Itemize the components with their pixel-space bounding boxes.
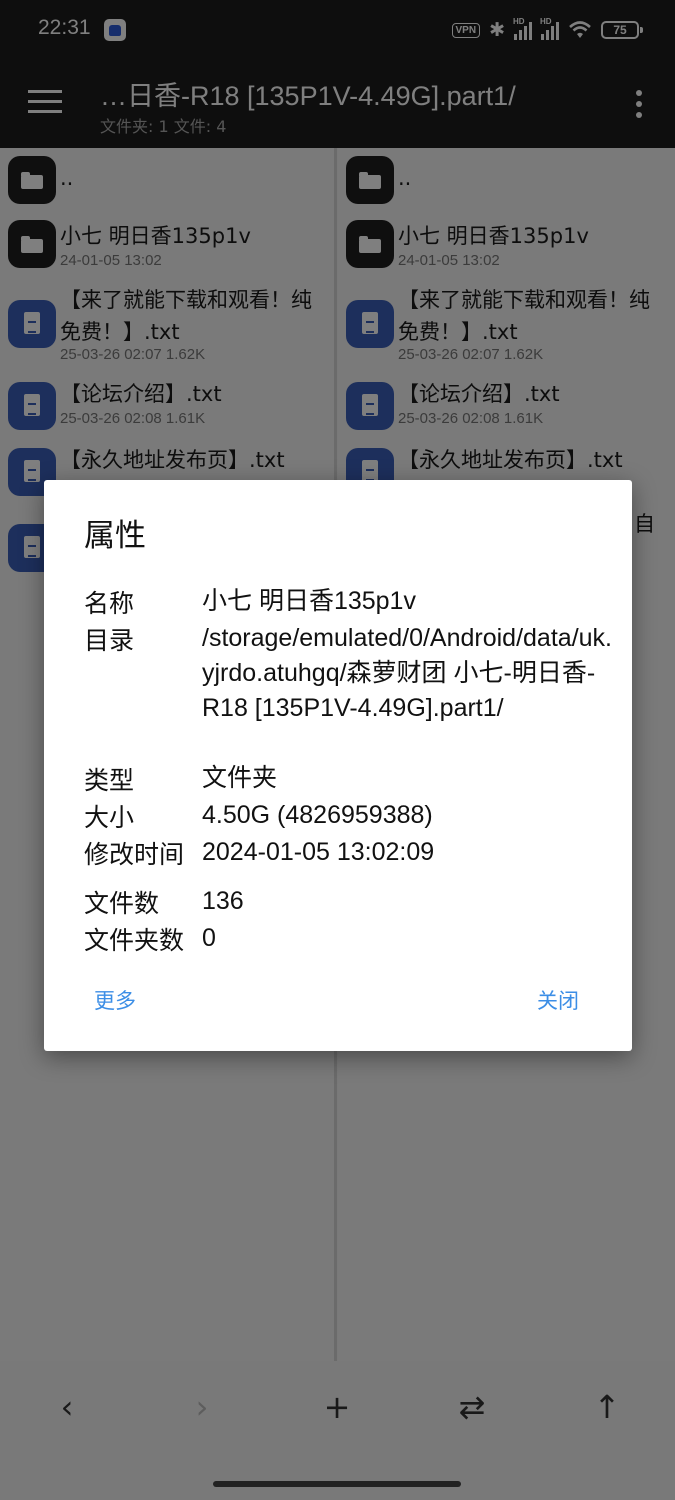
properties-dialog: 属性 名称 小七 明日香135p1v 目录 /storage/emulated/… [44, 480, 632, 1051]
prop-label-modified: 修改时间 [84, 840, 185, 869]
prop-label-type: 类型 [84, 766, 135, 795]
prop-value-file-count: 136 [202, 887, 244, 915]
prop-value-modified: 2024-01-05 13:02:09 [202, 838, 435, 866]
prop-label-name: 名称 [84, 589, 135, 618]
prop-label-folder-count: 文件夹数 [84, 926, 185, 955]
prop-value-size: 4.50G (4826959388) [202, 801, 433, 829]
prop-value-type: 文件夹 [202, 764, 278, 792]
prop-value-folder-count: 0 [202, 924, 216, 952]
prop-label-directory: 目录 [84, 626, 135, 655]
dialog-title: 属性 [84, 518, 146, 554]
prop-value-directory: /storage/emulated/0/Android/data/uk.yjrd… [202, 624, 612, 722]
close-button[interactable]: 关闭 [537, 985, 579, 1015]
prop-label-file-count: 文件数 [84, 889, 160, 918]
prop-label-size: 大小 [84, 803, 135, 832]
prop-value-name: 小七 明日香135p1v [202, 587, 416, 615]
more-button[interactable]: 更多 [94, 985, 136, 1015]
